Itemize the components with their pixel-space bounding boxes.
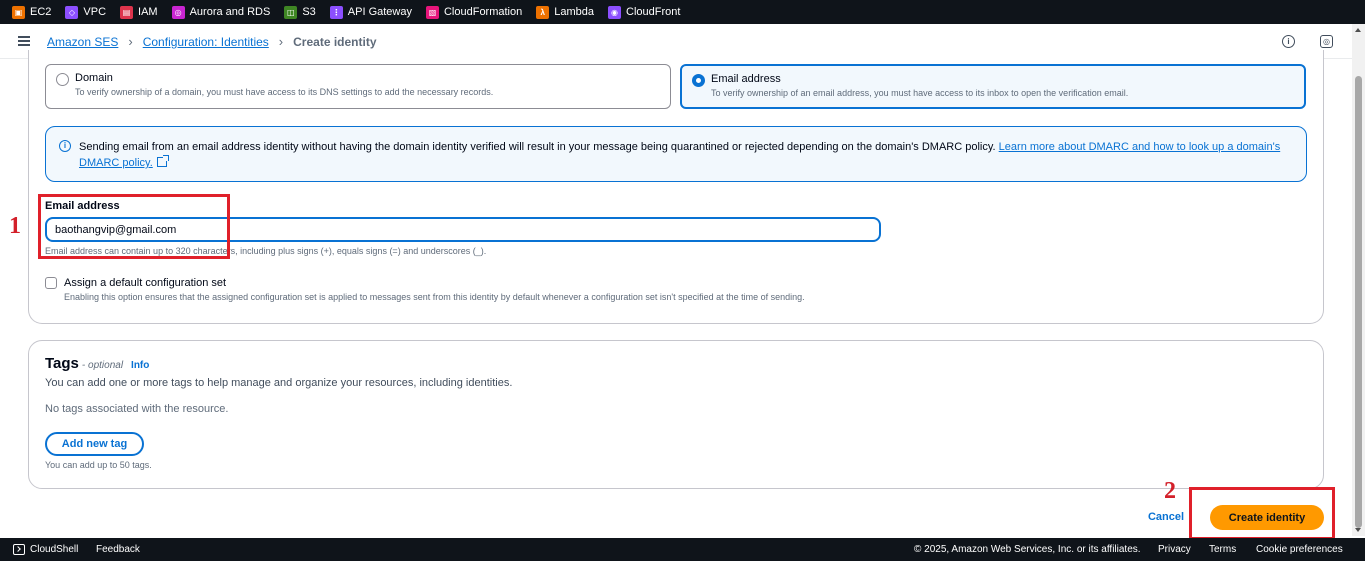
- chevron-right-icon: ›: [278, 34, 284, 49]
- tags-limit: You can add up to 50 tags.: [45, 460, 152, 470]
- vpc-icon: ◇: [65, 5, 79, 19]
- tags-title: Tags: [45, 355, 79, 372]
- default-config-label: Assign a default configuration set: [64, 277, 227, 289]
- terms-link[interactable]: Terms: [1209, 544, 1236, 555]
- s3-icon: ◫: [284, 5, 298, 19]
- breadcrumb-current: Create identity: [293, 34, 377, 49]
- domain-title: Domain: [75, 72, 113, 84]
- cookie-preferences-link[interactable]: Cookie preferences: [1256, 544, 1343, 555]
- email-title: Email address: [711, 73, 781, 85]
- breadcrumb-configuration-identities[interactable]: Configuration: Identities: [143, 35, 269, 49]
- ec2-icon: ▣: [12, 5, 25, 19]
- tags-info-link[interactable]: Info: [131, 360, 149, 371]
- scrollbar-thumb[interactable]: [1355, 76, 1362, 528]
- breadcrumb-amazon-ses[interactable]: Amazon SES: [47, 35, 118, 49]
- annotation-box-1: [38, 194, 230, 259]
- tags-description: You can add one or more tags to help man…: [45, 377, 513, 389]
- alert-text: Sending email from an email address iden…: [79, 141, 999, 153]
- favorite-vpc[interactable]: ◇ VPC: [65, 5, 106, 19]
- api-gateway-icon: ⋮: [329, 5, 343, 19]
- tags-header: Tags - optional Info: [45, 355, 149, 372]
- cloudformation-icon: ▧: [425, 5, 439, 19]
- copyright: © 2025, Amazon Web Services, Inc. or its…: [914, 544, 1141, 555]
- cloudfront-icon: ◉: [608, 5, 622, 19]
- default-config-checkbox[interactable]: [45, 277, 57, 289]
- privacy-link[interactable]: Privacy: [1158, 544, 1191, 555]
- favorite-lambda[interactable]: λ Lambda: [536, 5, 594, 19]
- identity-type-domain-tile[interactable]: Domain To verify ownership of a domain, …: [45, 64, 671, 109]
- tags-empty-state: No tags associated with the resource.: [45, 403, 229, 415]
- menu-icon[interactable]: [18, 36, 30, 46]
- scroll-down-arrow-icon[interactable]: [1355, 528, 1361, 532]
- favorite-cloudformation[interactable]: ▧ CloudFormation: [425, 5, 522, 19]
- email-radio[interactable]: [692, 74, 705, 87]
- domain-radio[interactable]: [56, 73, 69, 86]
- iam-icon: ▤: [120, 5, 134, 19]
- favorite-rds[interactable]: ◎ Aurora and RDS: [171, 5, 270, 19]
- annotation-number-2: 2: [1164, 478, 1176, 504]
- feedback-link[interactable]: Feedback: [96, 544, 140, 555]
- info-circle-icon[interactable]: i: [1282, 35, 1295, 48]
- favorite-ec2[interactable]: ▣ EC2: [12, 5, 51, 19]
- tags-optional: - optional: [81, 360, 124, 371]
- breadcrumb: Amazon SES › Configuration: Identities ›…: [47, 34, 377, 49]
- scroll-up-arrow-icon[interactable]: [1355, 28, 1361, 32]
- favorite-s3[interactable]: ◫ S3: [284, 5, 316, 19]
- lambda-icon: λ: [536, 5, 550, 19]
- domain-description: To verify ownership of a domain, you mus…: [75, 87, 494, 97]
- email-description: To verify ownership of an email address,…: [711, 88, 1129, 98]
- identity-type-email-tile[interactable]: Email address To verify ownership of an …: [680, 64, 1306, 109]
- favorite-iam[interactable]: ▤ IAM: [120, 5, 158, 19]
- info-icon: i: [59, 140, 71, 152]
- favorite-cloudfront[interactable]: ◉ CloudFront: [608, 5, 680, 19]
- default-config-description: Enabling this option ensures that the as…: [64, 292, 805, 302]
- cloudshell-icon[interactable]: [13, 544, 25, 555]
- page-scrollbar[interactable]: [1352, 24, 1365, 536]
- rds-icon: ◎: [171, 5, 185, 19]
- add-new-tag-button[interactable]: Add new tag: [45, 432, 144, 456]
- favorites-bar: ▣ EC2 ◇ VPC ▤ IAM ◎ Aurora and RDS ◫ S3 ⋮ API …: [0, 0, 1365, 24]
- annotation-number-1: 1: [9, 213, 21, 239]
- chevron-right-icon: ›: [128, 34, 133, 49]
- cancel-button[interactable]: Cancel: [1140, 506, 1192, 528]
- settings-icon[interactable]: ◎: [1320, 35, 1333, 48]
- dmarc-info-alert: i Sending email from an email address id…: [45, 126, 1307, 182]
- favorite-api-gateway[interactable]: ⋮ API Gateway: [329, 5, 412, 19]
- external-link-icon: [156, 155, 169, 167]
- console-footer: CloudShell Feedback © 2025, Amazon Web S…: [0, 538, 1365, 561]
- annotation-box-2: [1189, 487, 1335, 540]
- cloudshell-link[interactable]: CloudShell: [30, 544, 78, 555]
